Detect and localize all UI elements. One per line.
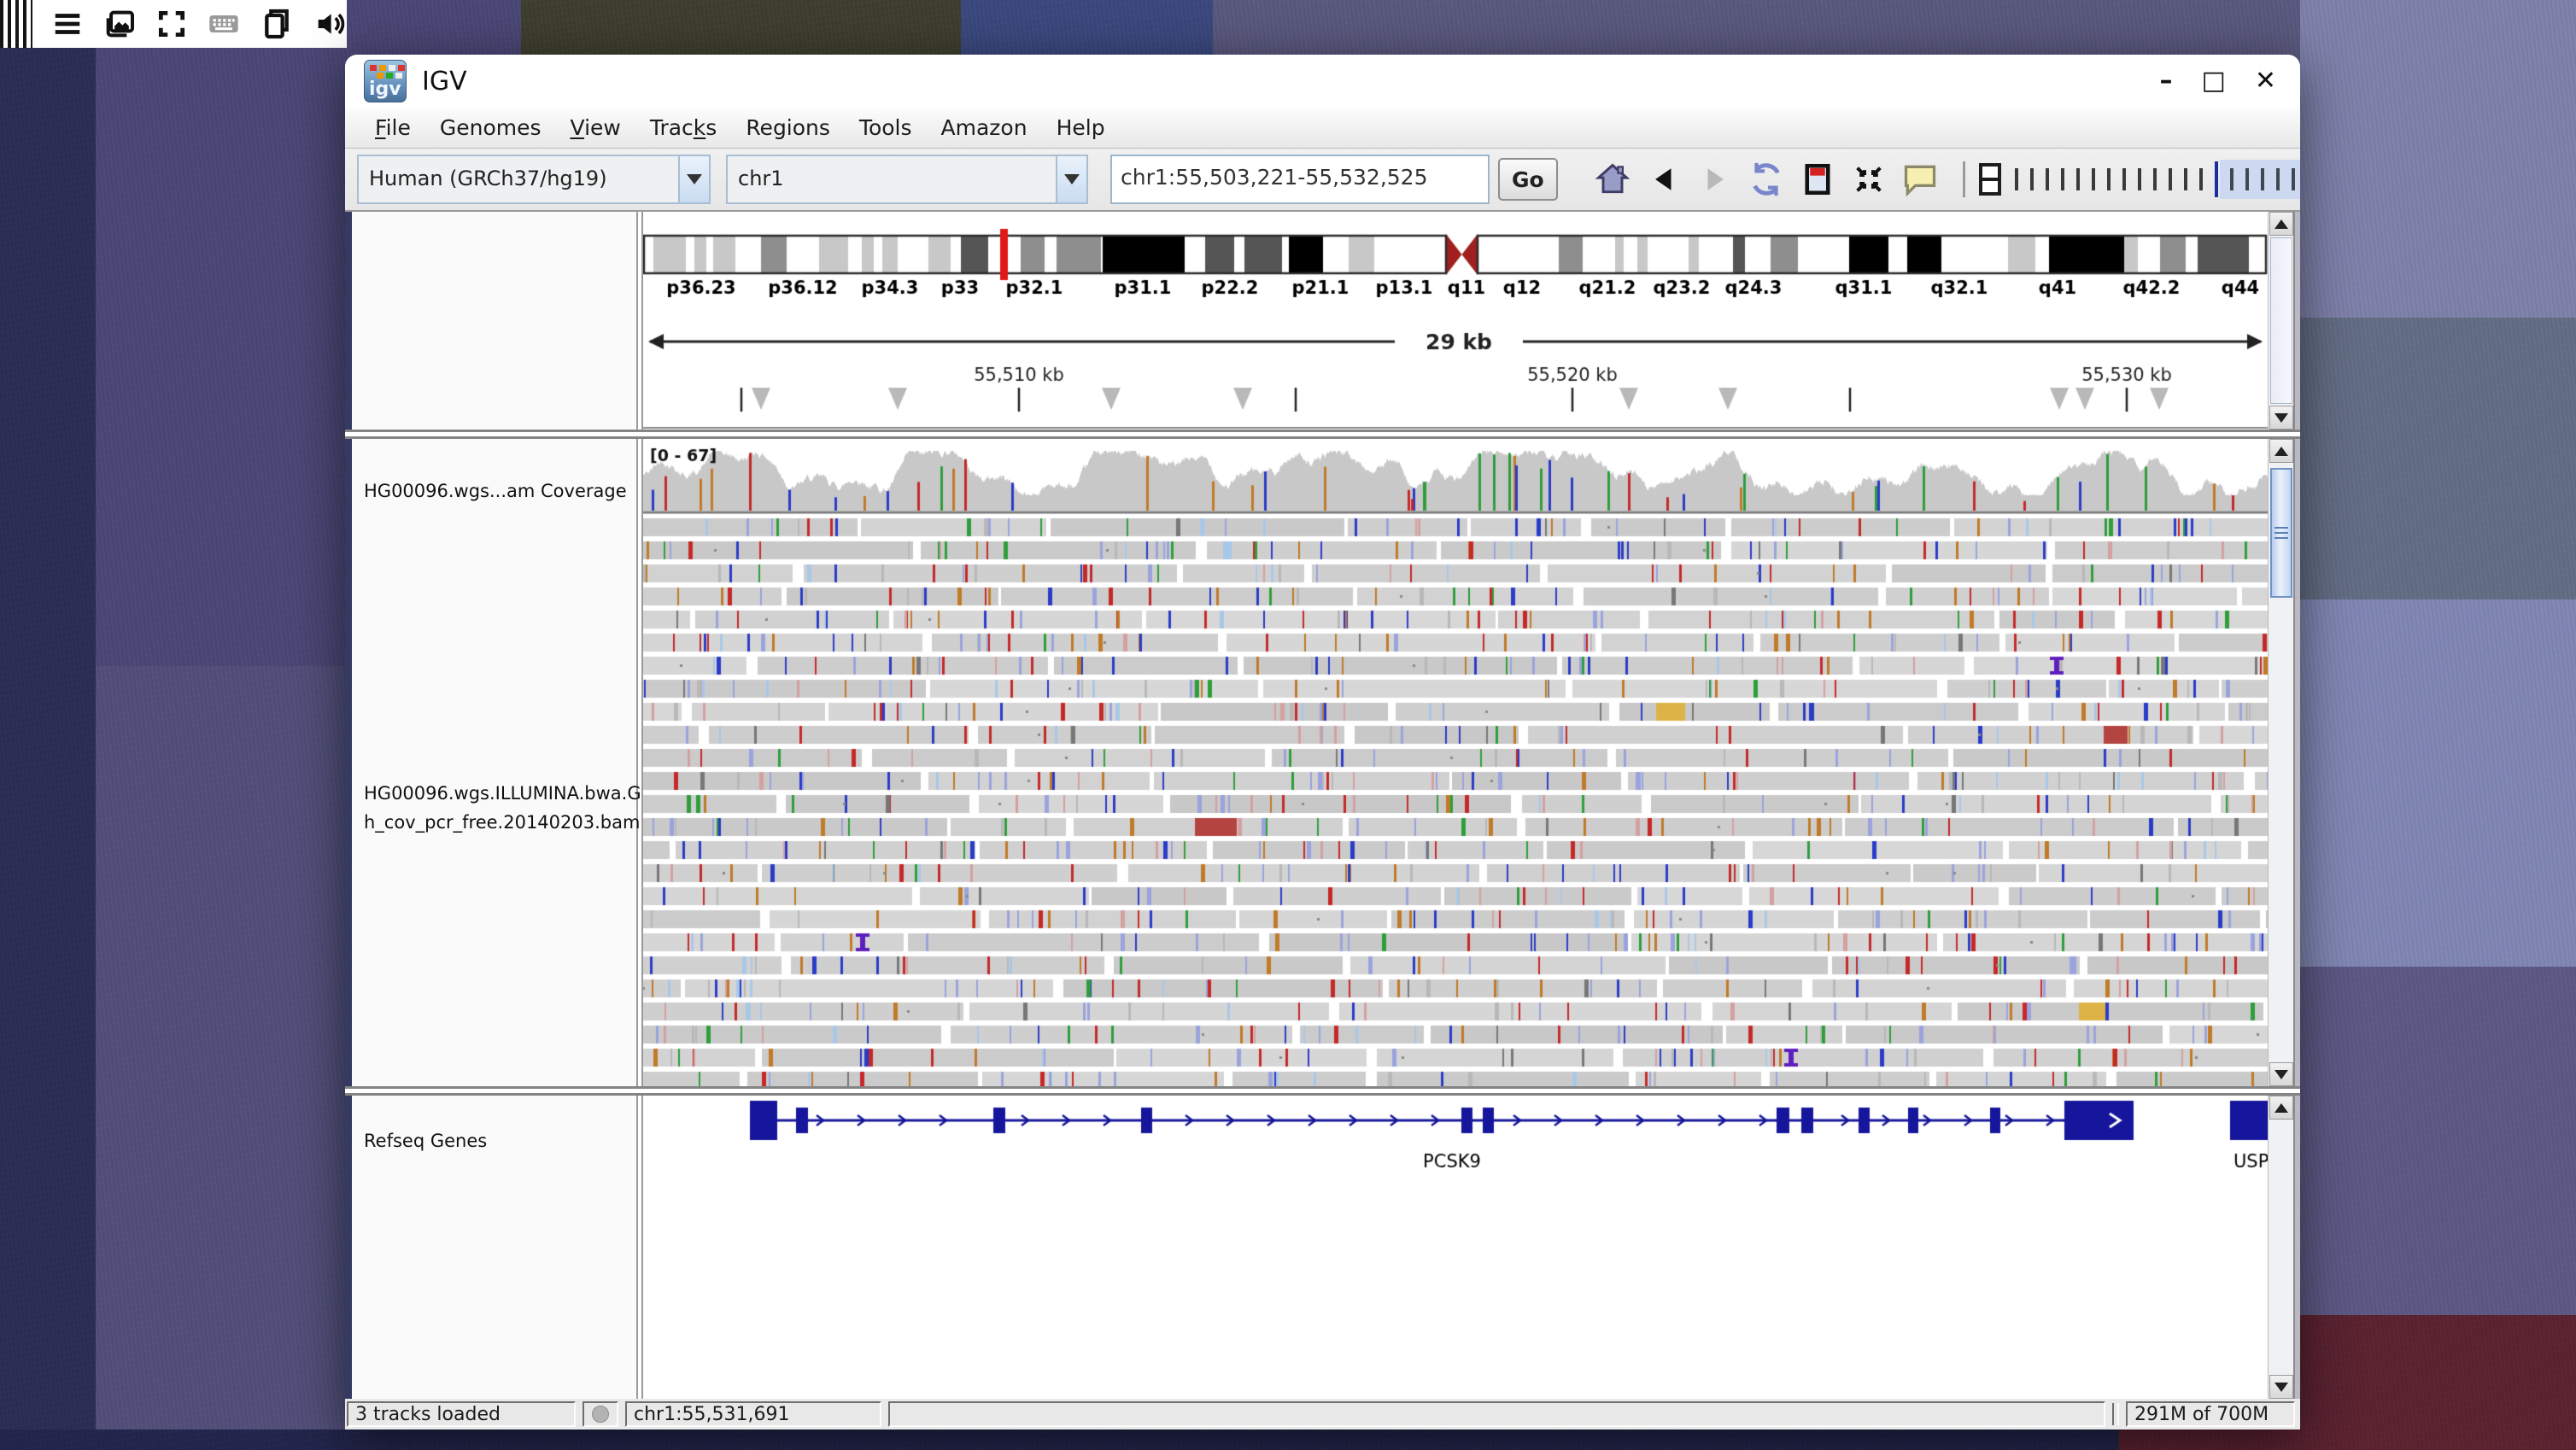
genome-select-value: Human (GRCh37/hg19)	[359, 156, 678, 202]
forward-button[interactable]	[1695, 159, 1736, 200]
genome-select-arrow[interactable]	[678, 156, 709, 202]
alignment-track-label[interactable]: HG00096.wgs.ILLUMINA.bwa.G h_cov_pcr_fre…	[364, 779, 641, 837]
fullscreen-icon[interactable]	[155, 7, 188, 41]
alignment-data-panel[interactable]	[643, 439, 2268, 1086]
fit-to-window-button[interactable]	[1848, 159, 1889, 200]
gene-data-panel[interactable]	[643, 1096, 2268, 1399]
scroll-up-icon[interactable]	[2269, 1096, 2293, 1120]
alignment-track-label-line2: h_cov_pcr_free.20140203.bam	[364, 808, 641, 837]
scroll-up-icon[interactable]	[2269, 212, 2293, 236]
scroll-down-icon[interactable]	[2269, 1062, 2293, 1086]
gene-label-panel: Refseq Genes	[352, 1096, 636, 1399]
screenshot-icon[interactable]	[102, 7, 137, 41]
menu-regions[interactable]: Regions	[731, 115, 845, 140]
chromosome-select-value: chr1	[728, 156, 1056, 202]
define-region-button[interactable]	[1797, 159, 1838, 200]
home-button[interactable]	[1592, 159, 1633, 200]
memory-status: 291M of 700M	[2126, 1401, 2295, 1427]
alignment-scrollbar-thumb[interactable]	[2270, 468, 2292, 598]
menu-view[interactable]: View	[556, 115, 635, 140]
menu-genomes[interactable]: Genomes	[425, 115, 556, 140]
scroll-up-icon[interactable]	[2269, 439, 2293, 463]
alignment-scrollbar[interactable]	[2268, 439, 2293, 1086]
header-data-panel[interactable]	[643, 212, 2268, 430]
alignment-track-label-line1: HG00096.wgs.ILLUMINA.bwa.G	[364, 779, 641, 808]
menu-tools[interactable]: Tools	[845, 115, 927, 140]
activity-circle-icon	[592, 1406, 609, 1423]
locus-input[interactable]: chr1:55,503,221-55,532,525	[1110, 155, 1490, 204]
igv-app-icon: igv	[364, 60, 407, 102]
refresh-button[interactable]	[1746, 159, 1787, 200]
window-content: HG00096.wgs...am Coverage HG00096.wgs.IL…	[345, 212, 2300, 1430]
zoom-out-icon[interactable]	[1979, 163, 2001, 196]
menu-help[interactable]: Help	[1042, 115, 1120, 140]
toolbar-separator	[1963, 161, 1965, 197]
menu-icon[interactable]	[51, 7, 84, 41]
panel-splitter[interactable]	[345, 430, 2300, 439]
popup-behavior-button[interactable]	[1900, 159, 1941, 200]
menu-amazon[interactable]: Amazon	[927, 115, 1042, 140]
go-button[interactable]: Go	[1498, 158, 1558, 201]
menu-file[interactable]: File	[360, 115, 425, 140]
cursor-position-status: chr1:55,531,691	[625, 1401, 881, 1427]
panel-splitter[interactable]	[345, 1086, 2300, 1096]
zoom-slider-thumb[interactable]	[2215, 161, 2218, 197]
menu-tracks[interactable]: Tracks	[635, 115, 731, 140]
refseq-track-label[interactable]: Refseq Genes	[364, 1126, 487, 1155]
close-button[interactable]: ✕	[2255, 68, 2276, 94]
menu-bar: FileGenomesViewTracksRegionsToolsAmazonH…	[345, 108, 2300, 149]
message-status	[888, 1401, 2105, 1427]
main-toolbar: Human (GRCh37/hg19) chr1 chr1:55,503,221…	[345, 149, 2300, 212]
toolbar-drag-handle[interactable]	[0, 0, 32, 48]
scroll-down-icon[interactable]	[2269, 406, 2293, 430]
window-title: IGV	[422, 67, 2160, 96]
header-scrollbar[interactable]	[2268, 212, 2293, 430]
chromosome-select[interactable]: chr1	[726, 155, 1088, 204]
coverage-alignment-canvas[interactable]	[643, 439, 2268, 1086]
igv-window: igv IGV – □ ✕ FileGenomesViewTracksRegio…	[345, 55, 2300, 1430]
statusbar-splitter[interactable]	[2112, 1403, 2119, 1425]
chromosome-select-arrow[interactable]	[1056, 156, 1086, 202]
maximize-button[interactable]: □	[2202, 68, 2226, 94]
desktop-quick-toolbar	[0, 0, 347, 48]
scroll-down-icon[interactable]	[2269, 1375, 2293, 1399]
ideogram-ruler-canvas[interactable]	[643, 212, 2268, 430]
track-label-panel: HG00096.wgs...am Coverage HG00096.wgs.IL…	[352, 439, 636, 1086]
gene-scrollbar[interactable]	[2268, 1096, 2293, 1399]
copy-window-icon[interactable]	[260, 7, 294, 41]
title-bar[interactable]: igv IGV – □ ✕	[345, 55, 2300, 108]
back-button[interactable]	[1643, 159, 1684, 200]
audio-volume-icon[interactable]	[313, 7, 347, 41]
header-label-panel	[352, 212, 636, 430]
activity-indicator	[583, 1401, 618, 1427]
genome-select[interactable]: Human (GRCh37/hg19)	[357, 155, 711, 204]
zoom-slider[interactable]	[1979, 149, 2300, 211]
coverage-track-label[interactable]: HG00096.wgs...am Coverage	[364, 477, 627, 506]
header-scrollbar-thumb[interactable]	[2270, 237, 2292, 404]
keyboard-icon[interactable]	[207, 7, 241, 41]
status-bar: 3 tracks loaded chr1:55,531,691 291M of …	[345, 1399, 2300, 1430]
minimize-button[interactable]: –	[2160, 68, 2173, 94]
tracks-loaded-status: 3 tracks loaded	[347, 1401, 576, 1427]
refseq-genes-canvas[interactable]	[643, 1096, 2268, 1399]
